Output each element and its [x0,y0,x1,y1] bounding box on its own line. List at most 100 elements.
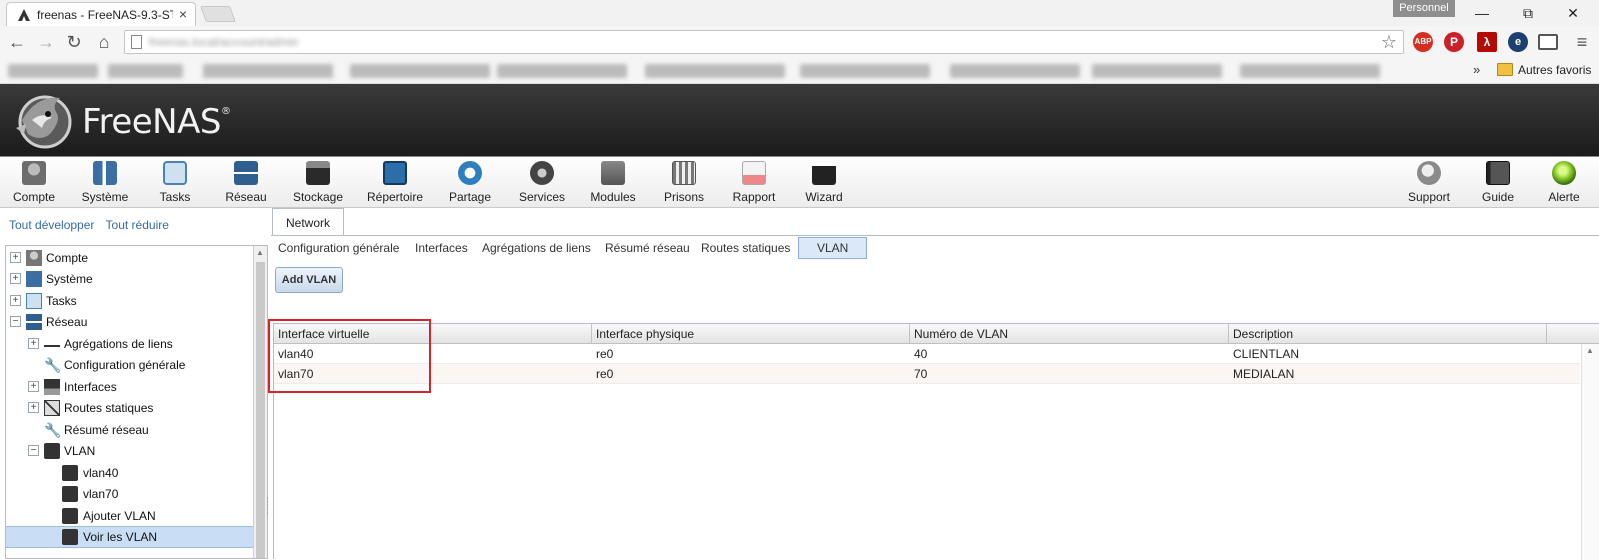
bookmark-item[interactable] [1240,64,1380,78]
toolbar-label: Guide [1481,190,1515,204]
bookmark-item[interactable] [108,64,183,78]
back-icon[interactable]: ← [6,31,28,53]
toolbar-prisons[interactable]: Prisons [660,161,708,207]
toolbar-systeme[interactable]: Système [76,161,134,207]
toolbar-compte[interactable]: Compte [8,161,60,207]
add-vlan-icon [62,508,78,524]
collapse-toggle[interactable]: − [28,445,39,456]
ghostery-icon[interactable]: e [1508,32,1528,52]
tree-node-ajouter-vlan[interactable]: Ajouter VLAN [6,506,254,527]
tab-network[interactable]: Network [272,208,344,236]
bookmarks-more-icon[interactable]: » [1473,62,1480,77]
toolbar-support[interactable]: Support [1404,161,1454,207]
subtab-resume[interactable]: Résumé réseau [605,241,690,255]
route-icon [44,400,60,416]
expand-toggle[interactable]: + [28,381,39,392]
minimize-icon[interactable]: — [1462,2,1502,24]
tree-node-resume[interactable]: 🔧 Résumé réseau [6,420,254,441]
table-row[interactable]: vlan70 re0 70 MEDIALAN [274,364,1580,384]
vlan-grid: Interface virtuelle Interface physique N… [273,323,1599,560]
bookmark-item[interactable] [645,64,785,78]
tree-node-routes[interactable]: + Routes statiques [6,398,254,419]
toolbar-tasks[interactable]: Tasks [153,161,197,207]
cast-icon[interactable] [1538,34,1558,50]
pinterest-icon[interactable]: P [1444,32,1464,52]
tree-scrollbar[interactable]: ▲ [253,246,267,558]
toolbar-modules[interactable]: Modules [587,161,639,207]
expand-all-link[interactable]: Tout développer [9,218,94,232]
pane-splitter[interactable] [267,497,269,515]
report-icon [742,161,766,185]
forward-icon[interactable]: → [35,31,57,53]
toolbar-wizard[interactable]: Wizard [800,161,848,207]
tree-node-vlan[interactable]: − VLAN [6,441,254,462]
toolbar-guide[interactable]: Guide [1476,161,1520,207]
column-header[interactable]: Numéro de VLAN [910,324,1229,344]
bookmark-item[interactable] [950,64,1080,78]
column-header[interactable]: Description [1229,324,1547,344]
expand-toggle[interactable]: + [28,338,39,349]
cell-interface-physique: re0 [596,347,614,361]
restore-icon[interactable]: ⧉ [1508,2,1548,24]
subtab-agregations[interactable]: Agrégations de liens [482,241,591,255]
bookmark-item[interactable] [800,64,930,78]
scroll-up-icon[interactable]: ▲ [256,248,264,257]
profile-button[interactable]: Personnel [1393,0,1455,17]
browser-tab[interactable]: freenas - FreeNAS-9.3-STA × [6,2,196,26]
adblock-icon[interactable]: ABP [1413,32,1433,52]
tree-node-voir-vlan[interactable]: Voir les VLAN [6,526,254,548]
tree-node-agregations[interactable]: + Agrégations de liens [6,334,254,355]
subtab-vlan[interactable]: VLAN [798,237,868,259]
bookmark-item[interactable] [1092,64,1222,78]
table-row[interactable]: vlan40 re0 40 CLIENTLAN [274,344,1580,364]
bookmark-item[interactable] [8,64,98,78]
tree-node-reseau[interactable]: − Réseau [6,312,254,333]
tab-divider [271,235,1599,236]
bookmark-star-icon[interactable]: ☆ [1381,32,1397,53]
menu-icon[interactable]: ≡ [1571,31,1593,53]
toolbar-partage[interactable]: Partage [446,161,494,207]
tree-node-vlan70[interactable]: vlan70 [6,484,254,505]
grid-scrollbar[interactable]: ▲ [1581,344,1599,560]
reload-icon[interactable]: ↻ [63,31,85,53]
tree-node-compte[interactable]: + Compte [6,248,254,269]
add-vlan-button[interactable]: Add VLAN [275,267,343,293]
tree-node-vlan40[interactable]: vlan40 [6,463,254,484]
toolbar-reseau[interactable]: Réseau [222,161,270,207]
expand-toggle[interactable]: + [10,295,21,306]
other-bookmarks[interactable]: Autres favoris [1518,63,1591,77]
address-bar[interactable]: freenas.local/account/admin ☆ [124,30,1404,54]
toolbar-alerte[interactable]: Alerte [1542,161,1586,207]
subtab-interfaces[interactable]: Interfaces [415,241,468,255]
window-close-icon[interactable]: ✕ [1553,2,1593,24]
expand-toggle[interactable]: + [28,402,39,413]
scroll-up-icon[interactable]: ▲ [1586,346,1594,355]
bookmark-item[interactable] [203,64,333,78]
tree-node-configuration[interactable]: 🔧 Configuration générale [6,355,254,376]
cell-vlan-number: 70 [914,367,928,381]
home-icon[interactable]: ⌂ [93,31,115,53]
expand-toggle[interactable]: + [10,252,21,263]
subtab-configuration[interactable]: Configuration générale [278,241,399,255]
bookmark-item[interactable] [497,64,627,78]
new-tab-button[interactable] [200,6,236,22]
subtab-routes[interactable]: Routes statiques [701,241,790,255]
tree-node-interfaces[interactable]: + Interfaces [6,377,254,398]
tree-label: Système [46,272,93,286]
toolbar-rapport[interactable]: Rapport [728,161,780,207]
bookmark-item[interactable] [350,64,490,78]
collapse-toggle[interactable]: − [10,316,21,327]
collapse-all-link[interactable]: Tout réduire [106,218,169,232]
close-tab-icon[interactable]: × [179,6,187,22]
tree-node-systeme[interactable]: + Système [6,269,254,290]
wrench-icon: 🔧 [44,422,62,438]
scroll-thumb[interactable] [256,262,265,558]
toolbar-repertoire[interactable]: Répertoire [364,161,426,207]
toolbar-stockage[interactable]: Stockage [290,161,346,207]
pdf-icon[interactable]: λ [1477,32,1497,52]
freenas-shark-logo-icon [16,95,72,149]
tree-node-tasks[interactable]: + Tasks [6,291,254,312]
toolbar-services[interactable]: Services [515,161,569,207]
expand-toggle[interactable]: + [10,273,21,284]
column-header[interactable]: Interface physique [592,324,910,344]
